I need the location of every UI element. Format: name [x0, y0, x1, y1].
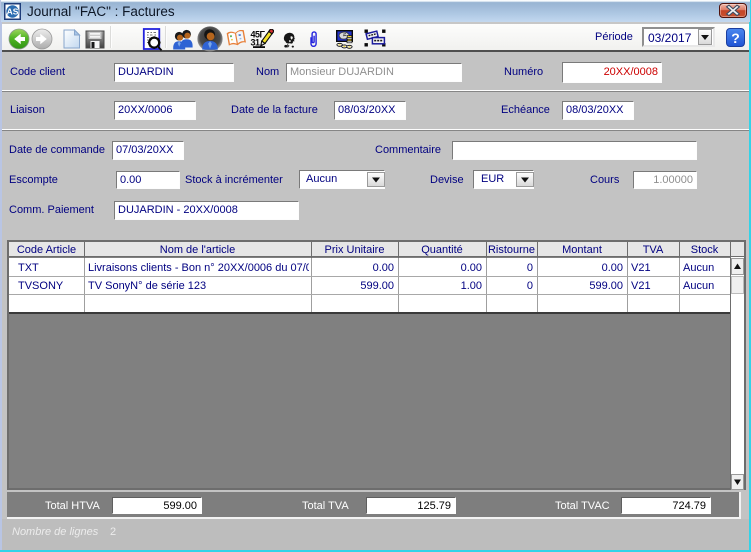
svg-text:31: 31 [251, 38, 261, 48]
svg-text:AS: AS [7, 7, 19, 17]
